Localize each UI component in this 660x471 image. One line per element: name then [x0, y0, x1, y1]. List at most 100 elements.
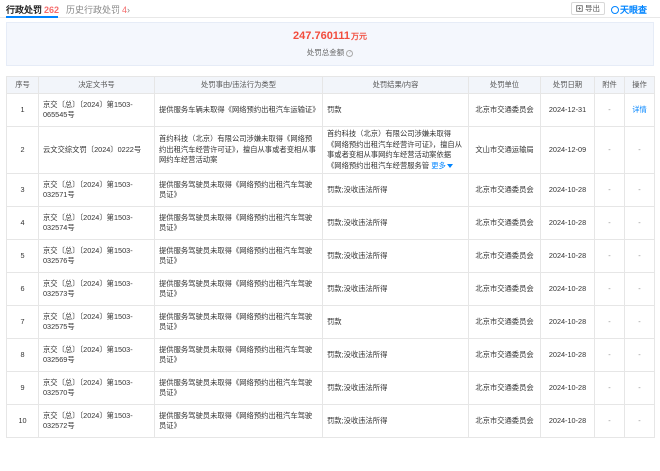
- cell-unit: 北京市交通委员会: [468, 239, 541, 273]
- tab-label: 行政处罚: [6, 5, 43, 15]
- cell-attachment: -: [594, 239, 625, 273]
- cell-doc: 京交〔总〕〔2024〕第1503-032575号: [38, 305, 155, 339]
- cell-unit: 文山市交通运输局: [468, 126, 541, 174]
- header-no: 序号: [6, 76, 39, 94]
- cell-attachment: -: [594, 371, 625, 405]
- help-icon[interactable]: ?: [346, 49, 354, 57]
- cell-result: 罚款;没收违法所得: [322, 206, 469, 240]
- cell-unit: 北京市交通委员会: [468, 338, 541, 372]
- cell-no: 5: [6, 239, 39, 273]
- cell-no: 7: [6, 305, 39, 339]
- cell-no: 2: [6, 126, 39, 174]
- cell-attachment: -: [594, 126, 625, 174]
- cell-attachment: -: [594, 404, 625, 438]
- cell-reason: 提供服务驾驶员未取得《网络预约出租汽车驾驶员证》: [154, 338, 323, 372]
- cell-unit: 北京市交通委员会: [468, 272, 541, 306]
- cell-result: 罚款;没收违法所得: [322, 371, 469, 405]
- cell-action: -: [624, 173, 655, 207]
- cell-action: -: [624, 206, 655, 240]
- cell-result: 罚款: [322, 93, 469, 127]
- chevron-right-icon: ›: [127, 5, 131, 15]
- table-row: 3 京交〔总〕〔2024〕第1503-032571号 提供服务驾驶员未取得《网络…: [6, 173, 655, 207]
- cell-doc: 京交〔总〕〔2024〕第1503-032572号: [38, 404, 155, 438]
- header-date: 处罚日期: [540, 76, 595, 94]
- logo-text: 天眼查: [620, 5, 648, 15]
- cell-no: 6: [6, 272, 39, 306]
- cell-date: 2024-10-28: [540, 173, 595, 207]
- header-reason: 处罚事由/违法行为类型: [154, 76, 323, 94]
- cell-reason: 提供服务驾驶员未取得《网络预约出租汽车驾驶员证》: [154, 272, 323, 306]
- table-row: 1 京交〔总〕〔2024〕第1503-065545号 提供服务车辆未取得《网络预…: [6, 93, 655, 127]
- cell-date: 2024-10-28: [540, 206, 595, 240]
- cell-reason: 提供服务驾驶员未取得《网络预约出租汽车驾驶员证》: [154, 239, 323, 273]
- header-unit: 处罚单位: [468, 76, 541, 94]
- more-link[interactable]: 更多: [431, 161, 453, 170]
- cell-action: -: [624, 272, 655, 306]
- detail-link[interactable]: 详情: [624, 93, 655, 127]
- cell-action: -: [624, 404, 655, 438]
- cell-unit: 北京市交通委员会: [468, 173, 541, 207]
- total-amount: 247.760111万元: [7, 30, 653, 42]
- cell-date: 2024-12-31: [540, 93, 595, 127]
- header-doc: 决定文书号: [38, 76, 155, 94]
- cell-result: 罚款;没收违法所得: [322, 404, 469, 438]
- cell-unit: 北京市交通委员会: [468, 305, 541, 339]
- tab-bar: 行政处罚 262 历史行政处罚 4› 导出 天眼查: [0, 0, 660, 18]
- total-amount-value: 247.760111: [293, 30, 350, 42]
- cell-action: -: [624, 126, 655, 174]
- cell-reason: 提供服务驾驶员未取得《网络预约出租汽车驾驶员证》: [154, 206, 323, 240]
- cell-attachment: -: [594, 272, 625, 306]
- cell-date: 2024-10-28: [540, 371, 595, 405]
- summary-label: 处罚总金额: [306, 48, 345, 57]
- cell-result: 罚款;没收违法所得: [322, 173, 469, 207]
- cell-date: 2024-10-28: [540, 305, 595, 339]
- header-attachment: 附件: [594, 76, 625, 94]
- cell-doc: 京交〔总〕〔2024〕第1503-032573号: [38, 272, 155, 306]
- cell-doc: 京交〔总〕〔2024〕第1503-065545号: [38, 93, 155, 127]
- cell-result: 罚款;没收违法所得: [322, 338, 469, 372]
- cell-no: 8: [6, 338, 39, 372]
- cell-no: 1: [6, 93, 39, 127]
- cell-result: 罚款;没收违法所得: [322, 272, 469, 306]
- table-row: 6 京交〔总〕〔2024〕第1503-032573号 提供服务驾驶员未取得《网络…: [6, 272, 655, 306]
- cell-attachment: -: [594, 206, 625, 240]
- tab-administrative-penalty[interactable]: 行政处罚 262: [6, 3, 59, 16]
- cell-reason: 提供服务车辆未取得《网络预约出租汽车运输证》: [154, 93, 323, 127]
- cell-doc: 京交〔总〕〔2024〕第1503-032576号: [38, 239, 155, 273]
- table-row: 7 京交〔总〕〔2024〕第1503-032575号 提供服务驾驶员未取得《网络…: [6, 305, 655, 339]
- cell-doc: 京交〔总〕〔2024〕第1503-032570号: [38, 371, 155, 405]
- cell-attachment: -: [594, 93, 625, 127]
- cell-action: -: [624, 371, 655, 405]
- cell-date: 2024-10-28: [540, 239, 595, 273]
- cell-attachment: -: [594, 305, 625, 339]
- cell-result: 首约科技（北京）有限公司涉嫌未取得《网络预约出租汽车经营许可证》，擅自从事或者变…: [322, 126, 469, 174]
- table-row: 4 京交〔总〕〔2024〕第1503-032574号 提供服务驾驶员未取得《网络…: [6, 206, 655, 240]
- tab-label: 历史行政处罚: [66, 5, 121, 15]
- cell-unit: 北京市交通委员会: [468, 93, 541, 127]
- cell-date: 2024-12-09: [540, 126, 595, 174]
- cell-reason: 提供服务驾驶员未取得《网络预约出租汽车驾驶员证》: [154, 371, 323, 405]
- cell-result: 罚款: [322, 305, 469, 339]
- total-amount-label: 处罚总金额?: [7, 47, 653, 58]
- cell-doc: 京交〔总〕〔2024〕第1503-032574号: [38, 206, 155, 240]
- cell-action: -: [624, 338, 655, 372]
- eye-logo-icon: [611, 5, 619, 14]
- cell-no: 3: [6, 173, 39, 207]
- tab-history-penalty[interactable]: 历史行政处罚 4›: [66, 3, 130, 16]
- penalty-table: 序号 决定文书号 处罚事由/违法行为类型 处罚结果/内容 处罚单位 处罚日期 附…: [6, 76, 655, 438]
- cell-doc: 京交〔总〕〔2024〕第1503-032571号: [38, 173, 155, 207]
- penalty-summary: 247.760111万元 处罚总金额?: [6, 22, 654, 66]
- cell-unit: 北京市交通委员会: [468, 206, 541, 240]
- active-tab-indicator: [6, 16, 58, 18]
- cell-attachment: -: [594, 173, 625, 207]
- cell-action: -: [624, 239, 655, 273]
- cell-doc: 云文交综文罚〔2024〕0222号: [38, 126, 155, 174]
- cell-date: 2024-10-28: [540, 338, 595, 372]
- table-row: 5 京交〔总〕〔2024〕第1503-032576号 提供服务驾驶员未取得《网络…: [6, 239, 655, 273]
- cell-doc: 京交〔总〕〔2024〕第1503-032569号: [38, 338, 155, 372]
- cell-reason: 首约科技（北京）有限公司涉嫌未取得《网络预约出租汽车经营许可证》，擅自从事或者变…: [154, 126, 323, 174]
- cell-action: -: [624, 305, 655, 339]
- header-result: 处罚结果/内容: [322, 76, 469, 94]
- export-button[interactable]: 导出: [571, 2, 605, 15]
- cell-date: 2024-10-28: [540, 272, 595, 306]
